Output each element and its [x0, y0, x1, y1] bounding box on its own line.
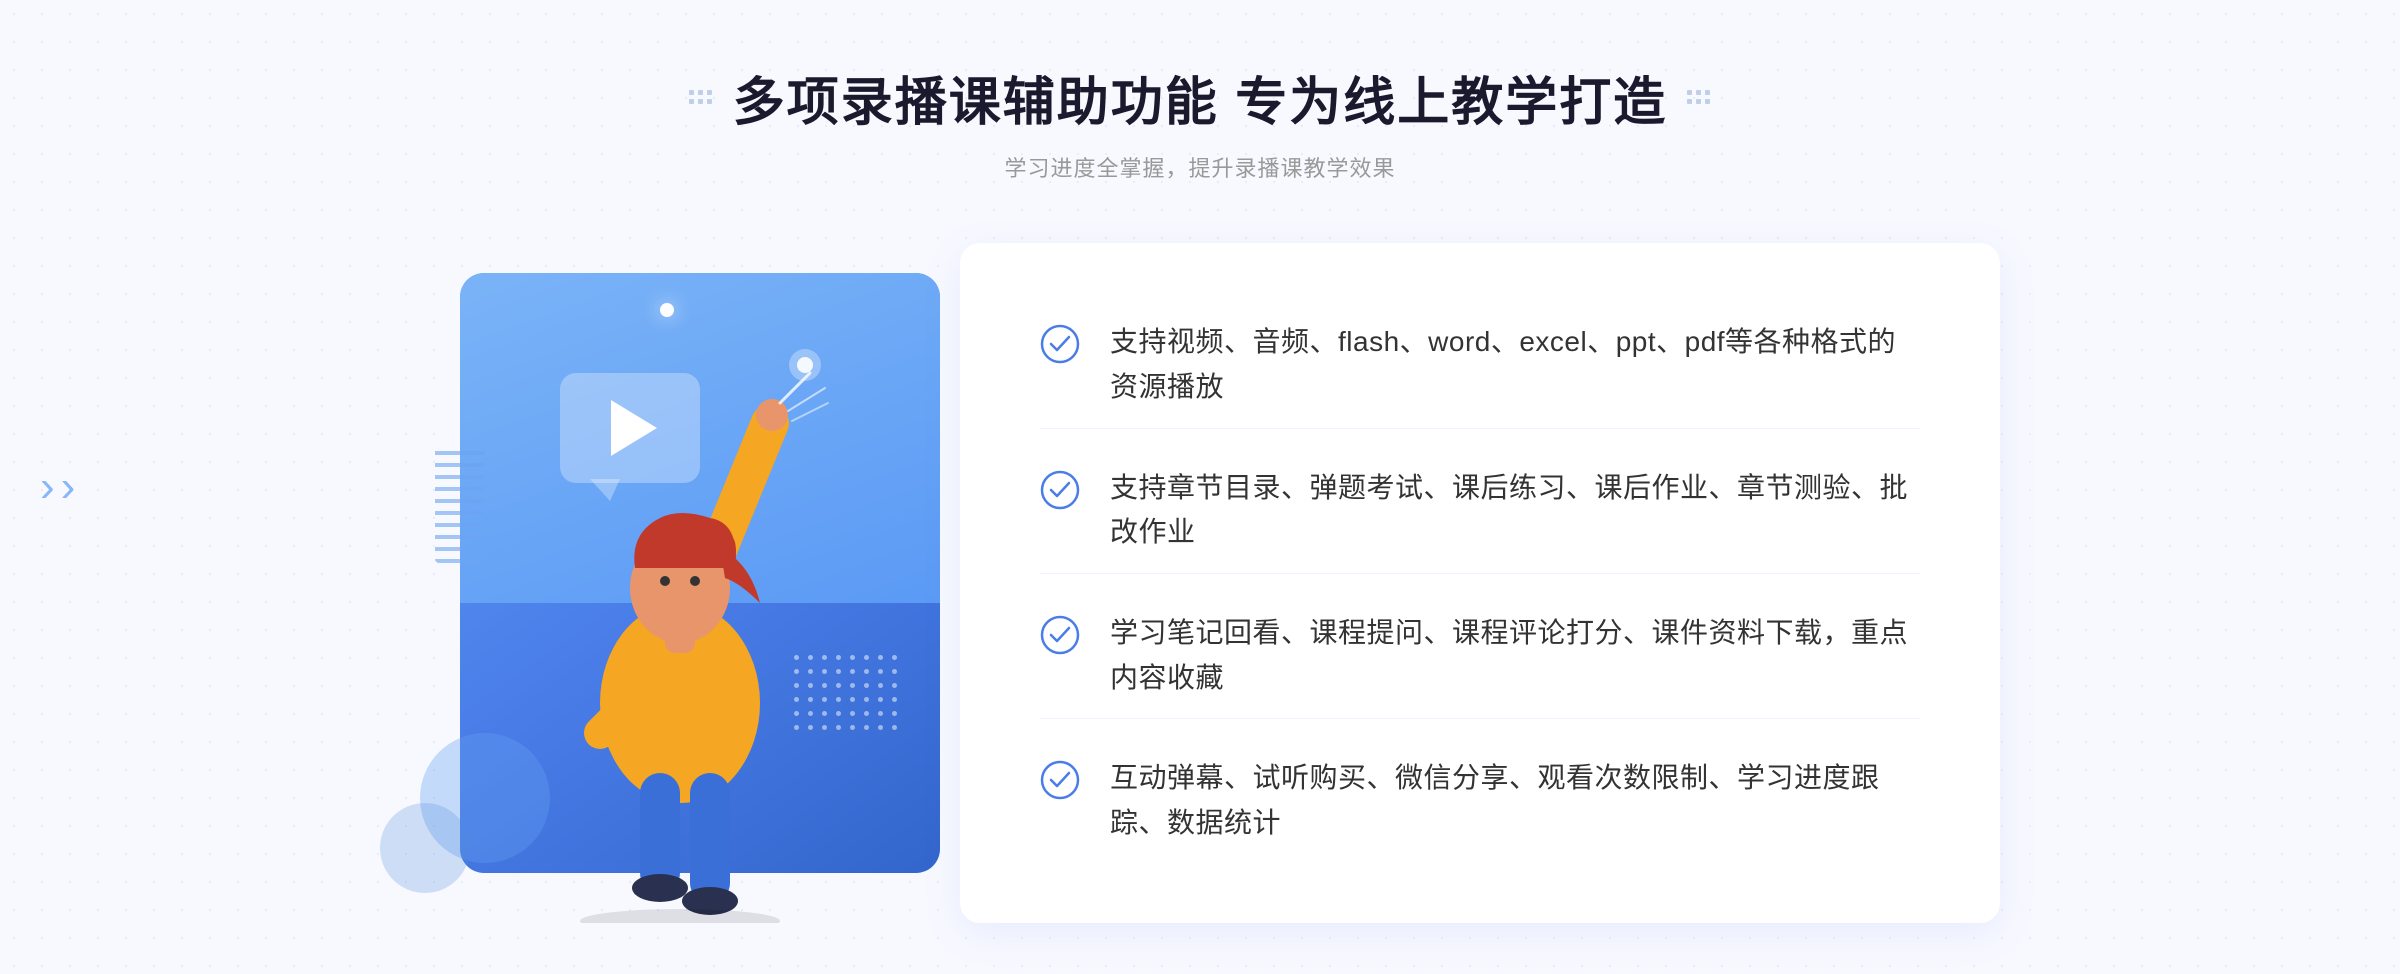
feature-item-2: 支持章节目录、弹题考试、课后练习、课后作业、章节测验、批改作业 — [1040, 448, 1920, 575]
main-title: 多项录播课辅助功能 专为线上教学打造 — [733, 60, 1667, 135]
check-icon-2 — [1040, 470, 1080, 510]
chevron-icon-1: › — [40, 462, 55, 512]
page-container: › › 多项录播课辅助功能 专为线上教学打造 学习进度全掌握，提升录播课教学效果 — [0, 0, 2400, 974]
right-title-decoration — [1687, 90, 1711, 105]
check-icon-1 — [1040, 324, 1080, 364]
left-title-decoration — [689, 90, 713, 105]
feature-item-4: 互动弹幕、试听购买、微信分享、观看次数限制、学习进度跟踪、数据统计 — [1040, 738, 1920, 864]
check-icon-3 — [1040, 615, 1080, 655]
feature-text-2: 支持章节目录、弹题考试、课后练习、课后作业、章节测验、批改作业 — [1110, 466, 1920, 556]
feature-text-3: 学习笔记回看、课程提问、课程评论打分、课件资料下载，重点内容收藏 — [1110, 611, 1920, 701]
feature-text-1: 支持视频、音频、flash、word、excel、ppt、pdf等各种格式的资源… — [1110, 320, 1920, 410]
chevron-icon-2: › — [61, 462, 76, 512]
illustration-area — [400, 243, 980, 923]
content-section: 支持视频、音频、flash、word、excel、ppt、pdf等各种格式的资源… — [400, 243, 2000, 923]
subtitle: 学习进度全掌握，提升录播课教学效果 — [689, 151, 1711, 183]
header-section: 多项录播课辅助功能 专为线上教学打造 学习进度全掌握，提升录播课教学效果 — [689, 60, 1711, 183]
left-chevrons-decoration: › › — [40, 462, 75, 512]
feature-item-1: 支持视频、音频、flash、word、excel、ppt、pdf等各种格式的资源… — [1040, 302, 1920, 429]
check-icon-4 — [1040, 760, 1080, 800]
feature-text-4: 互动弹幕、试听购买、微信分享、观看次数限制、学习进度跟踪、数据统计 — [1110, 756, 1920, 846]
person-illustration — [450, 303, 910, 923]
feature-item-3: 学习笔记回看、课程提问、课程评论打分、课件资料下载，重点内容收藏 — [1040, 593, 1920, 720]
features-panel: 支持视频、音频、flash、word、excel、ppt、pdf等各种格式的资源… — [960, 243, 2000, 923]
title-row: 多项录播课辅助功能 专为线上教学打造 — [689, 60, 1711, 135]
